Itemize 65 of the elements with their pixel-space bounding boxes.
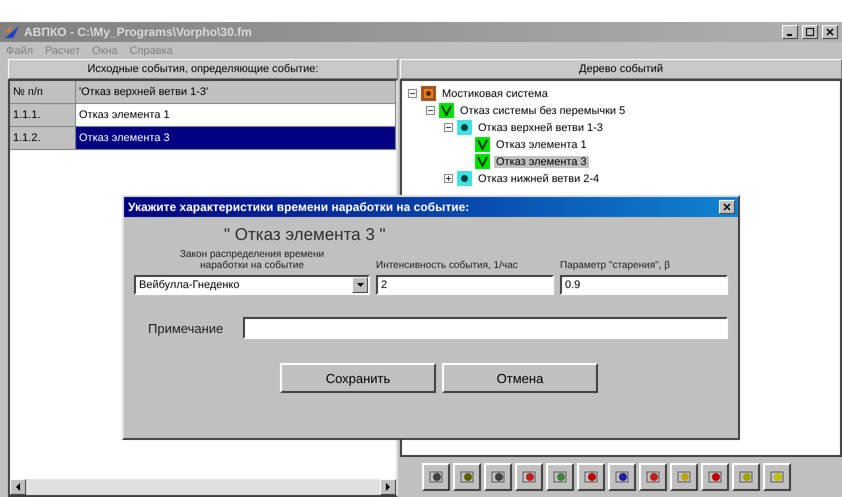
window-title: АВПКО - C:\My_Programs\Vorpho\30.fm [24,25,253,39]
toolbar-icon[interactable] [732,463,760,491]
event-name: " Отказ элемента 3 " [223,225,387,245]
toolbar-icon[interactable] [670,463,698,491]
close-button[interactable] [719,200,735,214]
plus-icon [445,175,452,182]
column-header: 'Отказ верхней ветви 1-3' [76,81,396,103]
maximize-icon [806,28,814,36]
field-label: Параметр "старения", β [560,260,671,271]
close-icon [723,203,731,211]
minus-icon [445,124,452,131]
tree-item[interactable]: Отказ элемента 1 [494,138,589,150]
or-gate-icon [475,154,490,169]
system-icon [421,86,436,101]
and-gate-icon [457,171,472,186]
minimize-button[interactable] [782,25,798,39]
toolbar-icon[interactable] [546,463,574,491]
and-gate-icon [457,120,472,135]
horizontal-scrollbar[interactable] [10,479,396,495]
or-gate-icon [439,103,454,118]
row-number: 1.1.1. [10,104,76,126]
row-number: 1.1.2. [10,127,76,149]
toolbar-icon[interactable] [577,463,605,491]
field-label: Закон распределения времени наработки на событие [178,249,326,271]
input-field[interactable]: 0.9 [560,275,728,295]
toolbar-icon[interactable] [484,463,512,491]
panel-header: Исходные события, определяющие событие: [8,59,398,79]
distribution-select[interactable]: Вейбулла-Гнеденко [134,275,370,295]
dialog-title: Укажите характеристики времени наработки на событие: [128,200,470,214]
minus-icon [427,107,434,114]
scroll-right-icon[interactable] [380,479,396,495]
tree-item[interactable]: Отказ верхней ветви 1-3 [476,122,605,134]
expand-toggle[interactable] [444,123,453,132]
toolbar-icon[interactable] [639,463,667,491]
tree-item[interactable]: Отказ нижней ветви 2-4 [476,172,602,184]
panel-header: Дерево событий [400,59,842,79]
toolbar-icon[interactable] [763,463,791,491]
input-field[interactable]: 2 [376,275,554,295]
minus-icon [409,90,416,97]
toolbar-icon[interactable] [701,463,729,491]
note-field[interactable] [243,317,728,339]
field-label: Примечание [148,320,224,336]
tree-item[interactable]: Отказ элемента 3 [494,156,589,168]
tree-item[interactable]: Отказ системы без перемычки 5 [458,104,628,116]
table-cell[interactable]: Отказ элемента 3 [76,127,396,149]
scroll-left-icon[interactable] [10,479,26,495]
close-button[interactable] [822,25,838,39]
close-icon [826,28,834,36]
maximize-button[interactable] [802,25,818,39]
dropdown-button[interactable] [352,277,368,293]
column-header: № п/п [10,81,76,103]
tree-item[interactable]: Мостиковая система [440,88,550,100]
or-gate-icon [475,137,490,152]
toolbar-icon[interactable] [422,463,450,491]
expand-toggle[interactable] [444,174,453,183]
dialog-button[interactable]: Сохранить [280,363,436,393]
toolbar-icon[interactable] [453,463,481,491]
caret-icon [356,283,364,287]
expand-toggle[interactable] [426,106,435,115]
expand-toggle[interactable] [408,89,417,98]
app-icon [4,25,20,39]
field-label: Интенсивность события, 1/час [376,260,519,271]
toolbar-icon[interactable] [608,463,636,491]
dialog-button[interactable]: Отмена [442,363,598,393]
toolbar-icon[interactable] [515,463,543,491]
